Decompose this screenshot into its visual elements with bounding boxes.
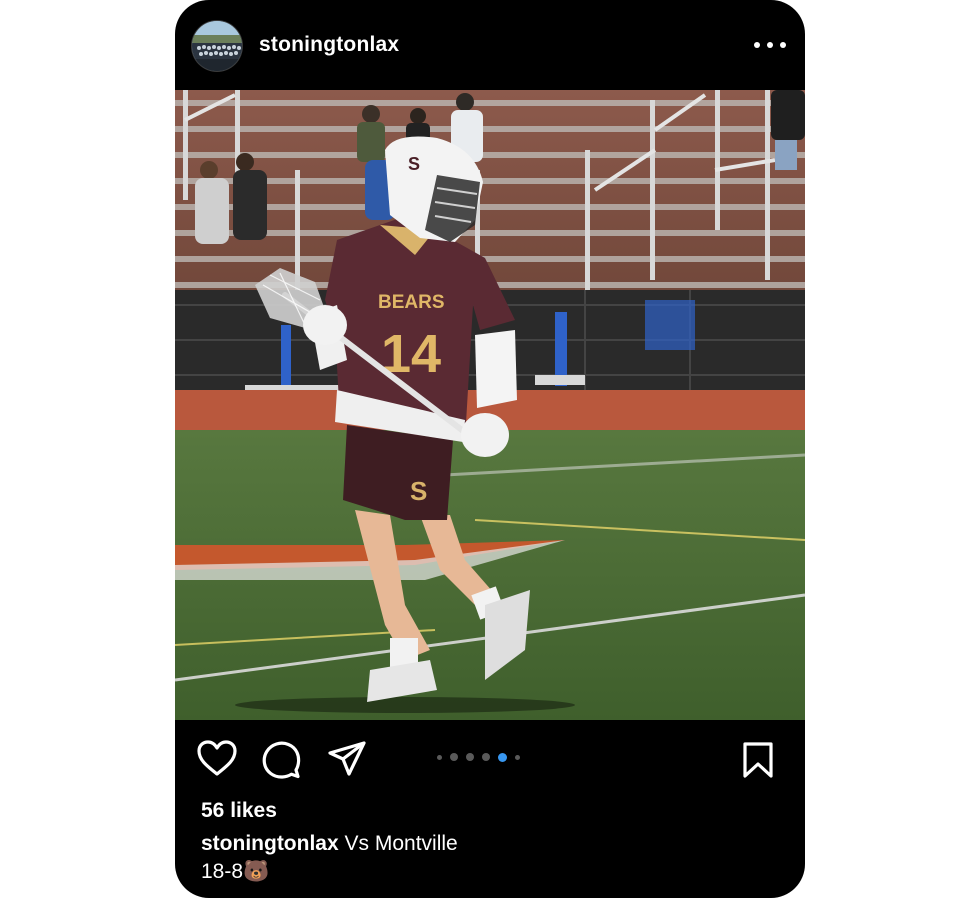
more-dot	[780, 42, 786, 48]
paper-plane-icon[interactable]	[327, 740, 367, 778]
carousel-dot	[466, 753, 474, 761]
bookmark-icon[interactable]	[741, 741, 775, 779]
profile-avatar[interactable]	[192, 21, 242, 71]
carousel-dot	[515, 754, 520, 760]
post-username[interactable]: stoningtonlax	[259, 33, 399, 57]
carousel-dot-active	[498, 752, 507, 762]
heart-icon[interactable]	[197, 740, 237, 778]
post-header: stoningtonlax	[175, 0, 805, 90]
caption-username[interactable]: stoningtonlax	[201, 832, 339, 855]
more-dot	[767, 42, 773, 48]
more-dot	[754, 42, 760, 48]
post-photo[interactable]: S BEARS 14 S	[175, 90, 805, 720]
comment-icon[interactable]	[261, 740, 301, 780]
caption-text: Vs Montville	[344, 832, 458, 855]
ellipsis-icon[interactable]	[754, 38, 786, 52]
post-caption: stoningtonlax Vs Montville 18-8🐻	[201, 830, 781, 886]
instagram-post: stoningtonlax S BEARS 14 S 56 likes ston…	[175, 0, 805, 898]
carousel-dot	[482, 753, 490, 761]
likes-count[interactable]: 56 likes	[201, 798, 277, 824]
carousel-dot	[437, 754, 442, 760]
carousel-indicator	[437, 752, 520, 762]
helmet-letter: S	[408, 154, 420, 174]
shorts-letter: S	[410, 476, 427, 506]
carousel-dot	[450, 753, 458, 761]
jersey-text: BEARS	[378, 292, 445, 313]
caption-score: 18-8🐻	[201, 860, 270, 883]
